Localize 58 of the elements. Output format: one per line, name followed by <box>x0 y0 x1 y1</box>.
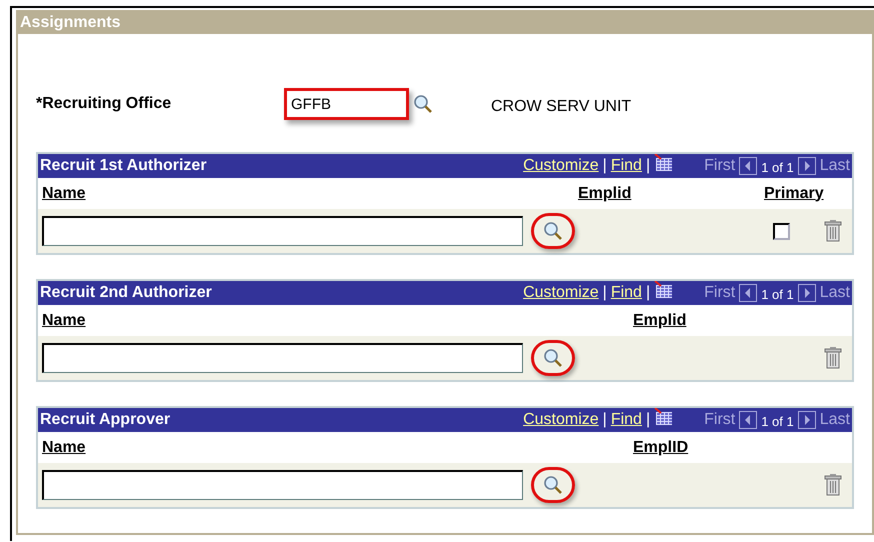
lookup-button[interactable] <box>531 340 575 376</box>
name-field[interactable] <box>42 343 523 373</box>
office-field[interactable]: GFFB <box>284 88 409 120</box>
lookup-button[interactable] <box>531 213 575 249</box>
grid-title: Recruit Approver <box>40 410 170 430</box>
column-header[interactable]: Emplid <box>578 184 632 202</box>
next-icon[interactable] <box>798 284 816 302</box>
previous-icon[interactable] <box>739 411 758 429</box>
magnifier-icon[interactable] <box>413 94 433 114</box>
last-text: Last <box>820 410 850 430</box>
field-label: *Recruiting Office <box>36 94 172 114</box>
separator-text: | <box>646 410 650 430</box>
name-field[interactable] <box>42 470 523 500</box>
separator-text: | <box>646 156 650 176</box>
page-counter: 1 of 1 <box>761 158 794 177</box>
next-icon[interactable] <box>798 411 816 429</box>
separator-text: | <box>646 283 650 303</box>
spreadsheet-icon[interactable] <box>654 154 674 172</box>
name-field[interactable] <box>42 216 523 246</box>
lookup-button[interactable] <box>531 467 575 503</box>
magnifier-icon <box>543 475 563 495</box>
column-header[interactable]: Name <box>42 312 86 328</box>
spreadsheet-icon[interactable] <box>654 281 674 299</box>
magnifier-icon <box>543 221 563 241</box>
grid-link[interactable]: Customize <box>523 154 599 178</box>
grid-link[interactable]: Customize <box>523 281 599 305</box>
grid-link[interactable]: Find <box>610 281 642 305</box>
grid-link[interactable]: Customize <box>523 408 599 432</box>
page-counter: 1 of 1 <box>761 412 794 431</box>
grid-link[interactable]: Find <box>610 408 642 432</box>
previous-icon[interactable] <box>739 157 758 175</box>
spreadsheet-icon[interactable] <box>654 408 674 426</box>
column-header[interactable]: Name <box>42 184 86 202</box>
first-text: First <box>704 410 736 430</box>
section-title: Assignments <box>20 13 120 33</box>
office-description: CROW SERV UNIT <box>491 97 632 117</box>
first-text: First <box>704 283 736 303</box>
column-header[interactable]: EmplID <box>633 438 688 456</box>
first-text: First <box>704 156 736 176</box>
trash-icon[interactable] <box>824 220 842 242</box>
grid-title: Recruit 1st Authorizer <box>40 156 207 176</box>
column-header[interactable]: Emplid <box>633 312 686 328</box>
column-header[interactable]: Primary <box>758 184 824 202</box>
grid-title: Recruit 2nd Authorizer <box>40 283 212 303</box>
page-counter: 1 of 1 <box>761 286 794 304</box>
trash-icon[interactable] <box>824 474 842 496</box>
last-text: Last <box>820 283 850 303</box>
separator-text: | <box>602 283 607 303</box>
previous-icon[interactable] <box>739 284 758 302</box>
magnifier-icon <box>543 348 563 368</box>
column-header[interactable]: Name <box>42 438 86 456</box>
grid-link[interactable]: Find <box>610 154 642 178</box>
next-icon[interactable] <box>798 157 816 175</box>
trash-icon[interactable] <box>824 347 842 369</box>
separator-text: | <box>602 156 607 176</box>
primary-checkbox[interactable] <box>773 222 790 240</box>
last-text: Last <box>820 156 850 176</box>
separator-text: | <box>602 410 607 430</box>
